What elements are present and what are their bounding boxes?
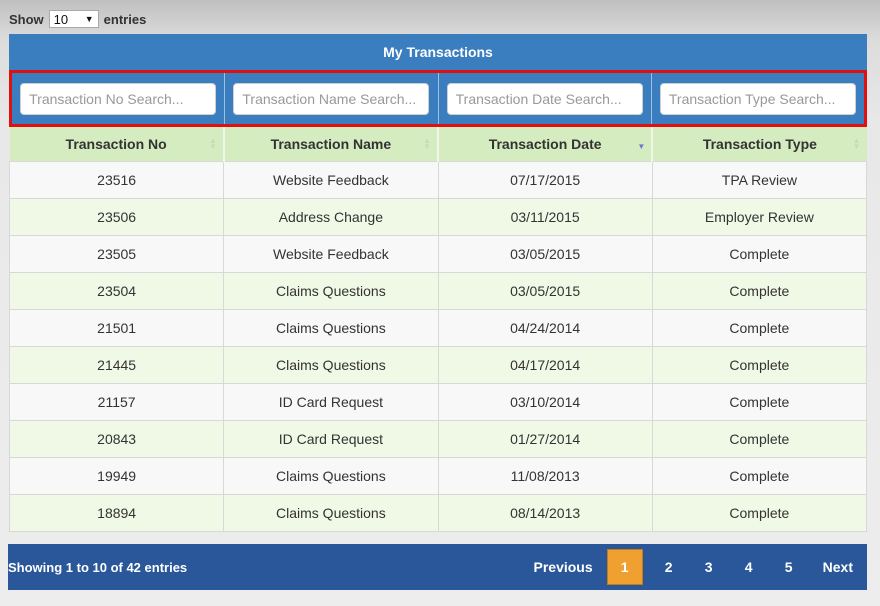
cell-transaction-no: 23516: [8, 161, 225, 199]
search-cell-no: [12, 73, 226, 124]
search-cell-type: [652, 73, 864, 124]
transaction-no-search-input[interactable]: [20, 82, 217, 115]
table-footer: Showing 1 to 10 of 42 entries Previous 1…: [8, 544, 867, 590]
page-button-1[interactable]: 1: [606, 549, 643, 585]
cell-transaction-type: Complete: [651, 420, 868, 458]
entries-per-page-select[interactable]: 10 ▼: [48, 10, 99, 28]
chevron-down-icon: ▼: [84, 14, 94, 24]
cell-transaction-type: Complete: [651, 383, 868, 421]
transactions-grid: Transaction No ▲ ▼ Transaction Name ▲ ▼ Tr…: [8, 127, 868, 532]
column-header-label: Transaction Type: [702, 136, 817, 152]
table-row[interactable]: 20843 ID Card Request 01/27/2014 Complet…: [8, 420, 868, 458]
column-header-label: Transaction Date: [488, 136, 602, 152]
sort-icon: ▲ ▼: [423, 136, 431, 151]
cell-transaction-type: Complete: [651, 457, 868, 495]
sort-desc-icon: ▲▼: [637, 142, 646, 151]
cell-transaction-type: Employer Review: [651, 198, 868, 236]
column-header-transaction-type[interactable]: Transaction Type ▲ ▼: [652, 127, 867, 162]
transaction-type-search-input[interactable]: [659, 82, 856, 115]
table-row[interactable]: 23506 Address Change 03/11/2015 Employer…: [8, 198, 868, 236]
cell-transaction-no: 21445: [8, 346, 225, 384]
cell-transaction-type: Complete: [651, 235, 868, 273]
cell-transaction-name: Website Feedback: [223, 161, 439, 199]
cell-transaction-no: 21501: [8, 309, 225, 347]
table-row[interactable]: 23505 Website Feedback 03/05/2015 Comple…: [8, 235, 868, 273]
table-row[interactable]: 18894 Claims Questions 08/14/2013 Comple…: [8, 494, 868, 532]
column-header-label: Transaction Name: [270, 136, 392, 152]
cell-transaction-date: 11/08/2013: [437, 457, 653, 495]
cell-transaction-name: Claims Questions: [223, 309, 439, 347]
table-row[interactable]: 19949 Claims Questions 11/08/2013 Comple…: [8, 457, 868, 495]
entries-label: entries: [103, 11, 147, 27]
transaction-name-search-input[interactable]: [233, 82, 430, 115]
column-search-row: [9, 70, 867, 127]
pagination: Previous 1 2 3 4 5 Next: [520, 544, 868, 590]
cell-transaction-no: 23504: [8, 272, 225, 310]
cell-transaction-name: ID Card Request: [223, 420, 439, 458]
cell-transaction-no: 23506: [8, 198, 225, 236]
transactions-table: My Transactions Transaction No ▲▼ Transa…: [8, 34, 868, 532]
column-header-transaction-no[interactable]: Transaction No ▲ ▼: [9, 127, 225, 162]
cell-transaction-date: 04/24/2014: [437, 309, 653, 347]
cell-transaction-no: 19949: [8, 457, 225, 495]
cell-transaction-no: 21157: [8, 383, 225, 421]
search-cell-name: [225, 73, 439, 124]
cell-transaction-type: Complete: [651, 272, 868, 310]
length-control: Show 10 ▼ entries: [9, 9, 146, 29]
cell-transaction-no: 23505: [8, 235, 225, 273]
page-button-4[interactable]: 4: [729, 549, 769, 585]
cell-transaction-date: 03/05/2015: [437, 272, 653, 310]
cell-transaction-name: Claims Questions: [223, 272, 439, 310]
page-button-3[interactable]: 3: [689, 549, 729, 585]
cell-transaction-date: 04/17/2014: [437, 346, 653, 384]
sort-icon: ▲ ▼: [208, 136, 217, 151]
cell-transaction-type: Complete: [651, 346, 868, 384]
cell-transaction-name: Claims Questions: [223, 494, 439, 532]
previous-page-button[interactable]: Previous: [520, 549, 607, 585]
table-row[interactable]: 21501 Claims Questions 04/24/2014 Comple…: [8, 309, 868, 347]
page-button-2[interactable]: 2: [649, 549, 689, 585]
entries-per-page-value: 10: [53, 11, 69, 27]
cell-transaction-name: Claims Questions: [223, 346, 439, 384]
sort-icon: ▲ ▼: [852, 136, 861, 151]
cell-transaction-type: Complete: [651, 309, 868, 347]
column-header-transaction-name[interactable]: Transaction Name ▲ ▼: [223, 127, 440, 162]
table-row[interactable]: 23504 Claims Questions 03/05/2015 Comple…: [8, 272, 868, 310]
table-row[interactable]: 23516 Website Feedback 07/17/2015 TPA Re…: [8, 161, 868, 199]
cell-transaction-name: Claims Questions: [223, 457, 439, 495]
cell-transaction-type: Complete: [651, 494, 868, 532]
transaction-date-search-input[interactable]: [446, 82, 643, 115]
column-header-transaction-date[interactable]: Transaction Date ▲▼: [438, 127, 654, 162]
cell-transaction-date: 03/05/2015: [437, 235, 653, 273]
table-row[interactable]: 21445 Claims Questions 04/17/2014 Comple…: [8, 346, 868, 384]
column-header-label: Transaction No: [65, 136, 167, 152]
cell-transaction-date: 01/27/2014: [437, 420, 653, 458]
cell-transaction-date: 07/17/2015: [437, 161, 653, 199]
next-page-button[interactable]: Next: [809, 549, 867, 585]
cell-transaction-date: 08/14/2013: [437, 494, 653, 532]
cell-transaction-name: ID Card Request: [223, 383, 439, 421]
column-header-row: Transaction No ▲ ▼ Transaction Name ▲ ▼ Tr…: [9, 127, 867, 162]
table-caption: My Transactions: [9, 34, 867, 70]
cell-transaction-date: 03/10/2014: [437, 383, 653, 421]
cell-transaction-no: 20843: [8, 420, 225, 458]
cell-transaction-name: Address Change: [223, 198, 439, 236]
show-label: Show: [9, 11, 44, 27]
search-cell-date: [439, 73, 652, 124]
cell-transaction-type: TPA Review: [651, 161, 868, 199]
page-button-5[interactable]: 5: [769, 549, 809, 585]
table-body: 23516 Website Feedback 07/17/2015 TPA Re…: [8, 161, 868, 532]
cell-transaction-date: 03/11/2015: [437, 198, 653, 236]
table-row[interactable]: 21157 ID Card Request 03/10/2014 Complet…: [8, 383, 868, 421]
cell-transaction-name: Website Feedback: [223, 235, 439, 273]
entries-info: Showing 1 to 10 of 42 entries: [8, 559, 188, 575]
cell-transaction-no: 18894: [8, 494, 225, 532]
